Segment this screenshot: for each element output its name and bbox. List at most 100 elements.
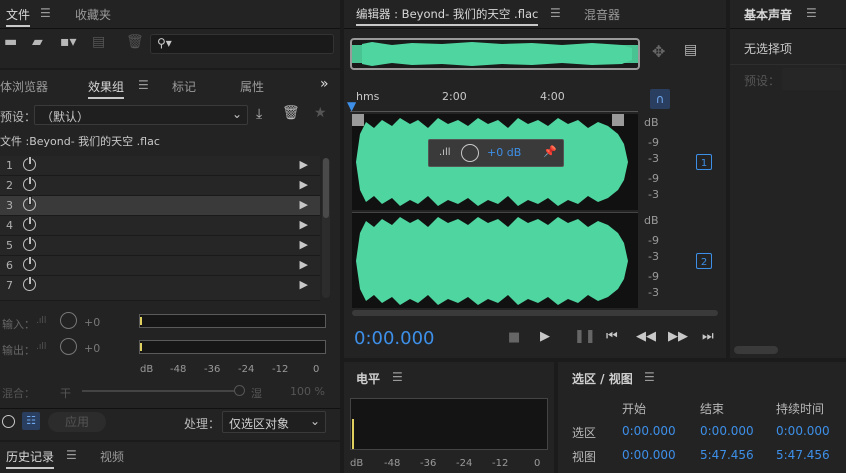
tab-media-browser[interactable]: 体浏览器 <box>0 78 48 95</box>
panel-menu-icon[interactable]: ☰ <box>40 6 51 20</box>
power-icon[interactable] <box>23 256 36 271</box>
power-icon[interactable] <box>23 176 36 191</box>
essential-preset-dropdown[interactable] <box>782 68 842 90</box>
effects-scrollbar[interactable] <box>322 158 330 298</box>
skip-forward-icon[interactable]: ⏭ <box>702 329 714 344</box>
effect-slot-3[interactable]: 3 ▶ <box>0 196 320 216</box>
tab-editor[interactable]: 编辑器 : Beyond- 我们的天空 .flac <box>356 6 539 26</box>
power-icon[interactable] <box>23 236 36 251</box>
tab-markers[interactable]: 标记 <box>172 78 196 95</box>
history-panel: 历史记录 ☰ 视频 <box>0 442 340 473</box>
pin-icon[interactable]: 📌 <box>543 145 557 158</box>
essential-sound-panel: 基本声音 ☰ 无选择项 预设： <box>730 0 846 358</box>
effect-slot-1[interactable]: 1 ▶ <box>0 156 320 176</box>
zoom-navigator-icon[interactable]: ✥ <box>652 42 665 61</box>
rewind-icon[interactable]: ◀◀ <box>636 329 656 344</box>
pause-icon[interactable]: ❚❚ <box>574 329 596 344</box>
selection-start[interactable]: 0:00.000 <box>622 424 676 438</box>
channel-2-track[interactable] <box>352 212 638 308</box>
effect-slot-7[interactable]: 7 ▶ <box>0 276 320 301</box>
favorite-star-icon[interactable]: ★ <box>314 105 327 121</box>
tab-properties[interactable]: 属性 <box>240 78 264 95</box>
effect-slot-6[interactable]: 6 ▶ <box>0 256 320 276</box>
save-preset-icon[interactable]: ⤓ <box>256 106 262 122</box>
playhead-marker-icon[interactable]: ▼ <box>347 99 356 113</box>
tab-effects-rack[interactable]: 效果组 <box>88 78 125 99</box>
panel-menu-icon[interactable]: ☰ <box>550 6 561 20</box>
slot-arrow-icon[interactable]: ▶ <box>300 198 308 211</box>
slot-arrow-icon[interactable]: ▶ <box>300 178 308 191</box>
effect-slot-4[interactable]: 4 ▶ <box>0 216 320 236</box>
tab-history[interactable]: 历史记录 <box>6 448 55 469</box>
panel-menu-icon[interactable]: ☰ <box>644 370 655 384</box>
effect-slot-2[interactable]: 2 ▶ <box>0 176 320 196</box>
effects-file-label: 文件 :Beyond- 我们的天空 .flac <box>0 135 160 148</box>
panel-menu-icon[interactable]: ☰ <box>66 448 77 462</box>
slot-arrow-icon[interactable]: ▶ <box>300 218 308 231</box>
selection-row-label: 选区 <box>572 426 597 440</box>
panel-menu-icon[interactable]: ☰ <box>138 78 149 92</box>
fast-forward-icon[interactable]: ▶▶ <box>668 329 688 344</box>
selection-end[interactable]: 0:00.000 <box>700 424 754 438</box>
skip-back-icon[interactable]: ⏮ <box>606 329 618 344</box>
preset-value: （默认） <box>41 110 90 124</box>
selection-view-title: 选区 / 视图 <box>572 372 633 386</box>
play-icon[interactable]: ▶ <box>540 329 550 344</box>
input-knob[interactable] <box>60 312 77 329</box>
hud-gain-knob[interactable] <box>461 144 479 162</box>
power-icon[interactable] <box>23 196 36 211</box>
input-value: +0 <box>84 316 101 329</box>
waveform-overview[interactable] <box>350 38 640 70</box>
power-icon[interactable] <box>23 216 36 231</box>
view-duration[interactable]: 5:47.456 <box>776 448 830 462</box>
slot-arrow-icon[interactable]: ▶ <box>300 238 308 251</box>
snap-icon[interactable]: ∩ <box>650 89 670 109</box>
import-icon[interactable]: ▰ <box>32 34 43 50</box>
list-view-icon[interactable]: ☷ <box>22 412 40 430</box>
no-selection-label: 无选择项 <box>744 42 793 56</box>
tab-video[interactable]: 视频 <box>100 448 124 465</box>
channel-1-badge[interactable]: 1 <box>696 154 712 170</box>
tab-favorites[interactable]: 收藏夹 <box>75 6 111 23</box>
levels-panel: 电平 ☰ dB -48 -36 -24 -12 0 <box>344 362 554 473</box>
power-icon[interactable] <box>23 276 36 291</box>
expand-icon[interactable]: » <box>320 76 329 92</box>
time-display[interactable]: 0:00.000 <box>354 328 435 349</box>
search-input[interactable]: ⚲▾ <box>150 34 334 54</box>
channel-2-badge[interactable]: 2 <box>696 253 712 269</box>
delete-icon[interactable]: 🗑 <box>126 34 144 50</box>
tab-files[interactable]: 文件 <box>6 6 31 27</box>
apply-button[interactable]: 应用 <box>48 412 106 432</box>
timeline-ruler[interactable]: hms 2:00 4:00 <box>350 86 638 112</box>
preset-dropdown[interactable]: （默认） ⌄ <box>34 105 248 125</box>
tab-mixer[interactable]: 混音器 <box>584 6 620 23</box>
new-file-icon[interactable]: ▪▾ <box>60 34 77 50</box>
effects-rack-panel: 体浏览器 效果组 ☰ 标记 属性 » 预设： （默认） ⌄ ⤓ 🗑 ★ 文件 :… <box>0 70 340 440</box>
slot-arrow-icon[interactable]: ▶ <box>300 158 308 171</box>
essential-preset-label: 预设： <box>744 74 781 88</box>
view-end[interactable]: 5:47.456 <box>700 448 754 462</box>
gain-hud[interactable]: .ıll +0 dB 📌 <box>428 139 564 167</box>
output-knob[interactable] <box>60 338 77 355</box>
view-start[interactable]: 0:00.000 <box>622 448 676 462</box>
effect-slot-5[interactable]: 5 ▶ <box>0 236 320 256</box>
output-meter-icon: .ıll <box>36 342 47 352</box>
spectral-view-icon[interactable]: ▤ <box>684 42 697 58</box>
slot-arrow-icon[interactable]: ▶ <box>300 278 308 291</box>
stop-icon[interactable]: ■ <box>508 330 520 345</box>
mix-slider[interactable] <box>82 385 245 396</box>
rack-power-icon[interactable] <box>2 415 15 428</box>
process-dropdown[interactable]: 仅选区对象 ⌄ <box>222 411 326 433</box>
panel-menu-icon[interactable]: ☰ <box>806 6 817 20</box>
delete-preset-icon[interactable]: 🗑 <box>282 105 300 121</box>
power-icon[interactable] <box>23 156 36 171</box>
slot-arrow-icon[interactable]: ▶ <box>300 258 308 271</box>
editor-scrollbar[interactable] <box>352 310 718 316</box>
save-icon[interactable]: ▤ <box>92 34 105 50</box>
mix-label: 混合： <box>2 387 35 400</box>
selection-duration[interactable]: 0:00.000 <box>776 424 830 438</box>
process-label: 处理： <box>184 417 221 431</box>
panel-menu-icon[interactable]: ☰ <box>392 370 403 384</box>
essential-scrollbar[interactable] <box>734 346 778 354</box>
open-folder-icon[interactable]: ▬ <box>4 34 17 50</box>
